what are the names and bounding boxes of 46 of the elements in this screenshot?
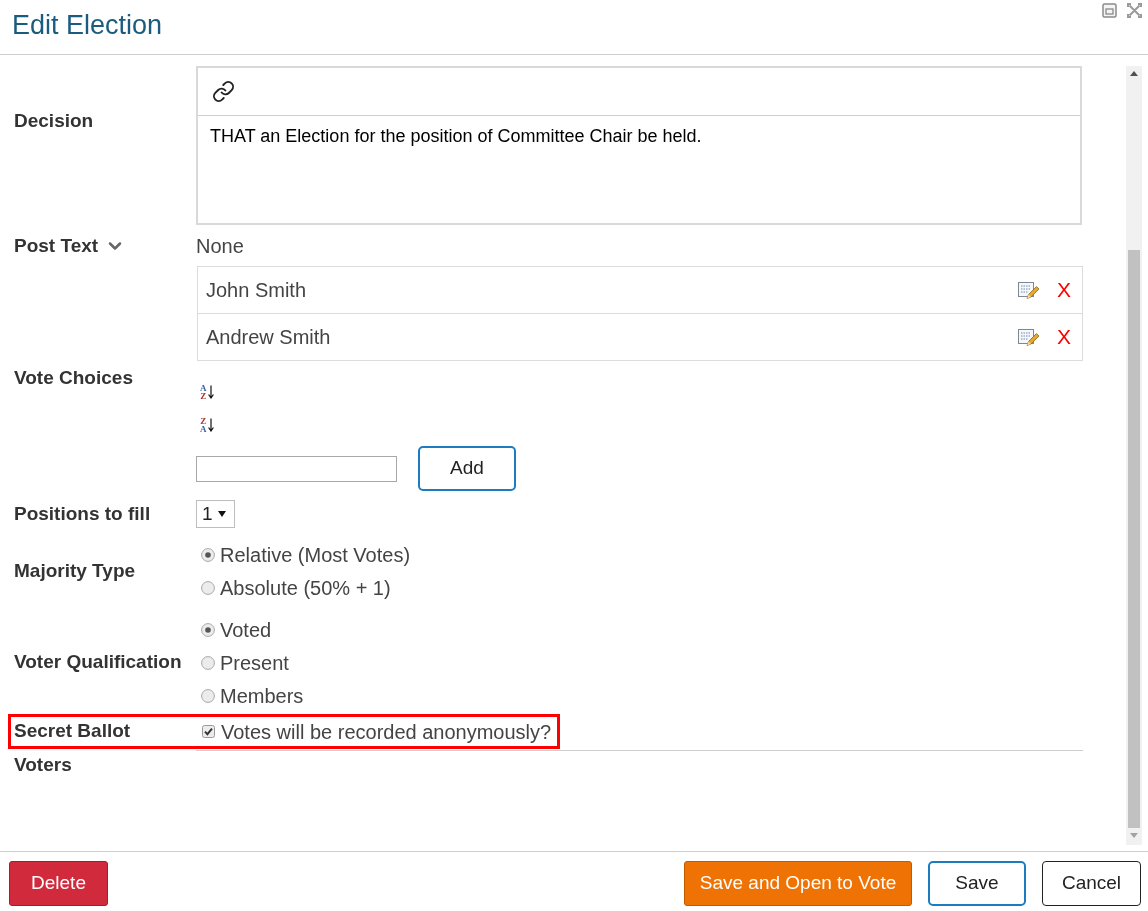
radio-button[interactable]	[201, 547, 215, 562]
radio-button[interactable]	[201, 622, 215, 637]
link-icon[interactable]	[212, 80, 235, 103]
editor-field[interactable]: THAT an Election for the position of Committee Chair be held.	[198, 116, 1080, 223]
choice-name: Andrew Smith	[206, 325, 332, 349]
option-label: Members	[220, 683, 304, 708]
field-label: Decision	[14, 110, 94, 131]
window-icon[interactable]	[1102, 3, 1117, 18]
scroll-down-icon[interactable]	[1130, 833, 1138, 838]
radio-button[interactable]	[201, 580, 215, 595]
save-button[interactable]: Save	[928, 861, 1026, 906]
checkbox[interactable]	[202, 725, 215, 738]
option-label: Relative (Most Votes)	[220, 542, 411, 567]
checkbox-label: Votes will be recorded anonymously?	[221, 719, 552, 744]
close-icon[interactable]	[1127, 3, 1142, 18]
remove-button[interactable]: X	[1057, 278, 1071, 302]
window-title: Edit Election	[12, 9, 163, 41]
field-label: Voters	[14, 754, 72, 775]
field-label: Post Text	[14, 234, 99, 258]
text-input-field[interactable]	[196, 455, 397, 482]
sort-descending-button[interactable]: Z A	[200, 414, 214, 436]
caret-icon	[217, 511, 226, 517]
add-button[interactable]: Add	[418, 446, 516, 491]
radio-button[interactable]	[201, 688, 215, 703]
field-label: Voter Qualification	[14, 651, 182, 672]
field-label: Vote Choices	[14, 367, 133, 388]
field-value: None	[196, 234, 244, 258]
arrow-down-icon	[207, 418, 214, 432]
radio-button[interactable]	[201, 655, 215, 670]
cancel-button[interactable]: Cancel	[1042, 861, 1141, 906]
choice-name: John Smith	[206, 278, 308, 302]
field-label: Positions to fill	[14, 502, 151, 524]
notepad-pencil-icon[interactable]	[1018, 280, 1040, 300]
option-label: Absolute (50% + 1)	[220, 575, 391, 600]
notepad-pencil-icon[interactable]	[1018, 327, 1040, 347]
remove-button[interactable]: X	[1057, 325, 1071, 349]
scroll-up-icon[interactable]	[1130, 71, 1138, 76]
sort-ascending-button[interactable]: A Z	[200, 381, 214, 403]
option-label: Voted	[220, 617, 272, 642]
option-label: Present	[220, 650, 289, 675]
field-label: Majority Type	[14, 559, 136, 581]
dropdown-select[interactable]: 1	[196, 500, 235, 528]
scrollbar-thumb[interactable]	[1128, 250, 1140, 828]
field-label: Secret Ballot	[14, 720, 131, 741]
arrow-down-icon	[207, 385, 214, 399]
delete-button[interactable]: Delete	[9, 861, 108, 906]
